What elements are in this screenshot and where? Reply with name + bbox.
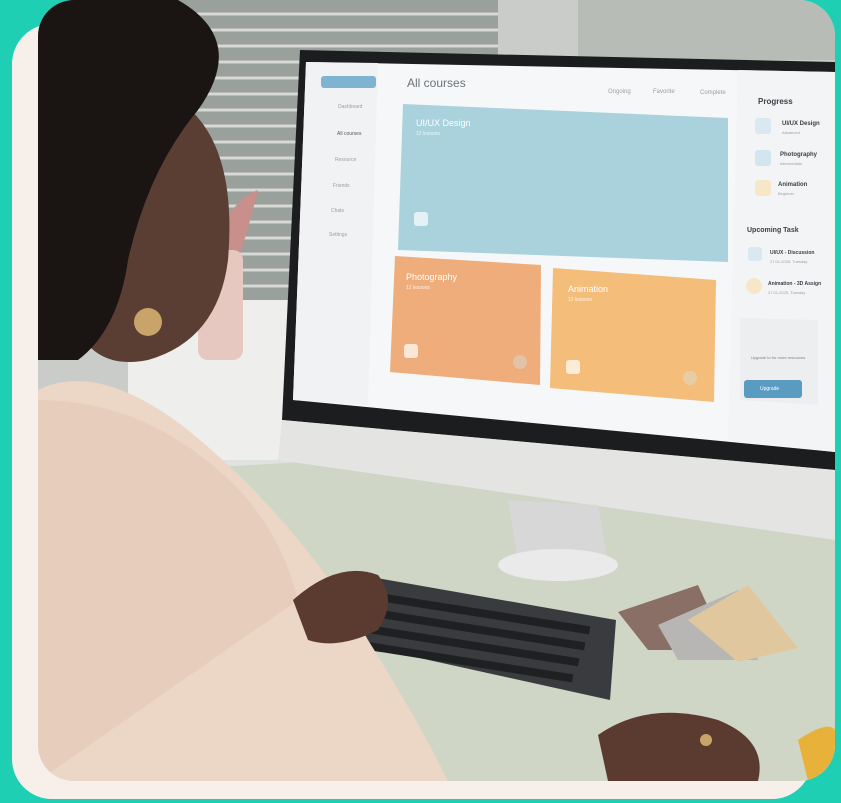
progress-uiux-title: UI/UX Design [782,121,820,127]
tab-complete[interactable]: Complete [700,90,726,96]
course-subtitle-uiux: 12 lessons [416,131,440,137]
task-animation-title: Animation - 3D Assign [768,281,822,287]
sidebar-logo-bar [321,76,376,88]
progress-uiux-sub: Advanced [782,130,800,135]
tab-favorite[interactable]: Favorite [653,89,675,95]
task-discussion-icon [748,247,762,261]
progress-photography-sub: Intermediate [780,161,803,166]
course-subtitle-animation: 12 lessons [568,297,592,303]
progress-animation-icon [755,180,771,196]
task-animation-date: 27.01.2025, Tuesday [768,290,806,295]
progress-animation-title: Animation [778,182,808,188]
progress-photography-icon [755,150,771,166]
progress-heading: Progress [758,97,793,106]
course-title-uiux: UI/UX Design [416,118,471,128]
upgrade-text: Upgrade to for more resources [750,355,806,360]
sidebar-item-dashboard[interactable]: Dashboard [338,104,362,110]
sidebar-item-settings[interactable]: Settings [329,232,347,238]
sidebar-item-resource[interactable]: Resource [335,157,356,163]
progress-animation-sub: Beginner [778,191,795,196]
progress-uiux-icon [755,118,771,134]
page-title: All courses [407,76,466,90]
task-animation-icon [746,278,762,294]
sidebar-item-all-courses[interactable]: All courses [337,131,361,137]
sidebar-item-chats[interactable]: Chats [331,208,344,214]
course-title-photography: Photography [406,272,458,282]
progress-photography-title: Photography [780,152,817,158]
course-title-animation: Animation [568,284,609,294]
tab-ongoing[interactable]: Ongoing [608,89,631,95]
photo: All courses Ongoing Favorite Complete Da… [38,0,835,781]
tasks-heading: Upcoming Task [747,227,799,234]
sidebar-item-friends[interactable]: Friends [333,183,350,189]
task-discussion-date: 27.01.2025, Tuesday [770,259,808,264]
task-discussion-title: UI/UX - Discussion [770,250,815,256]
upgrade-button-label[interactable]: Upgrade [760,386,779,392]
course-subtitle-photography: 12 lessons [406,285,430,291]
